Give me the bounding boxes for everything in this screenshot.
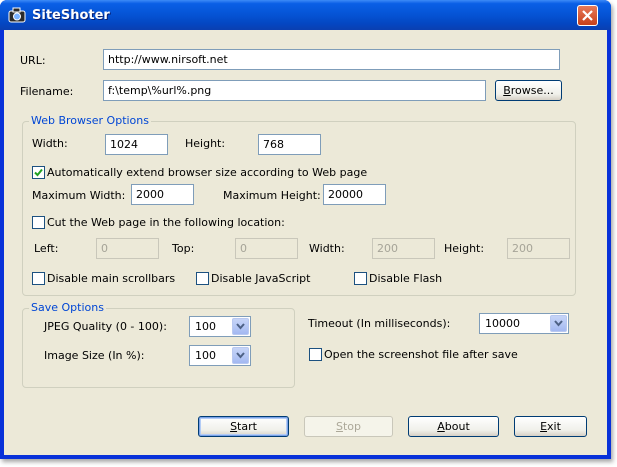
max-height-input[interactable]: 20000 bbox=[323, 184, 386, 205]
dialog-body: URL: http://www.nirsoft.net Filename: f:… bbox=[4, 30, 607, 455]
check-icon bbox=[34, 168, 43, 177]
title-bar[interactable]: SiteShoter bbox=[0, 0, 611, 30]
cut-top-label: Top: bbox=[172, 242, 195, 255]
image-size-value: 100 bbox=[195, 349, 216, 362]
url-input[interactable]: http://www.nirsoft.net bbox=[103, 49, 560, 70]
timeout-label: Timeout (In milliseconds): bbox=[308, 317, 451, 330]
disable-scrollbars-label[interactable]: Disable main scrollbars bbox=[47, 272, 175, 285]
camera-icon bbox=[8, 7, 26, 23]
cut-height-label: Height: bbox=[444, 242, 485, 255]
open-after-save-checkbox[interactable] bbox=[309, 348, 322, 361]
url-label: URL: bbox=[20, 54, 46, 67]
max-height-label: Maximum Height: bbox=[223, 189, 321, 202]
height-label: Height: bbox=[185, 137, 226, 150]
cut-width-label: Width: bbox=[309, 242, 345, 255]
cut-height-input[interactable]: 200 bbox=[507, 238, 570, 259]
cut-left-label: Left: bbox=[34, 242, 59, 255]
chevron-down-icon[interactable] bbox=[550, 315, 567, 332]
width-label: Width: bbox=[32, 137, 68, 150]
cut-left-input[interactable]: 0 bbox=[96, 238, 159, 259]
filename-label: Filename: bbox=[20, 85, 74, 98]
app-window: SiteShoter URL: http://www.nirsoft.net F… bbox=[0, 0, 611, 459]
open-after-save-label[interactable]: Open the screenshot file after save bbox=[324, 348, 518, 361]
timeout-value: 10000 bbox=[485, 317, 520, 330]
max-width-label: Maximum Width: bbox=[32, 189, 126, 202]
cut-page-label[interactable]: Cut the Web page in the following locati… bbox=[47, 216, 285, 229]
disable-flash-label[interactable]: Disable Flash bbox=[369, 272, 442, 285]
jpeg-quality-select[interactable]: 100 bbox=[189, 316, 251, 337]
auto-extend-checkbox[interactable] bbox=[32, 166, 45, 179]
jpeg-quality-value: 100 bbox=[195, 320, 216, 333]
about-button[interactable]: About bbox=[408, 416, 499, 437]
disable-javascript-checkbox[interactable] bbox=[196, 272, 209, 285]
auto-extend-label[interactable]: Automatically extend browser size accord… bbox=[47, 166, 367, 179]
chevron-down-icon[interactable] bbox=[232, 318, 249, 335]
jpeg-quality-label: JPEG Quality (0 - 100): bbox=[44, 320, 167, 333]
browse-button[interactable]: Browse... bbox=[495, 80, 562, 101]
timeout-select[interactable]: 10000 bbox=[479, 313, 569, 334]
height-input[interactable]: 768 bbox=[258, 134, 321, 155]
close-button[interactable] bbox=[577, 5, 598, 26]
filename-input[interactable]: f:\temp\%url%.png bbox=[103, 80, 486, 101]
save-options-title: Save Options bbox=[29, 301, 106, 314]
web-browser-options-title: Web Browser Options bbox=[29, 114, 151, 127]
stop-button[interactable]: Stop bbox=[304, 416, 393, 437]
image-size-select[interactable]: 100 bbox=[189, 345, 251, 366]
start-button[interactable]: Start bbox=[198, 416, 289, 437]
cut-top-input[interactable]: 0 bbox=[235, 238, 298, 259]
disable-scrollbars-checkbox[interactable] bbox=[32, 272, 45, 285]
close-icon bbox=[582, 10, 593, 21]
cut-page-checkbox[interactable] bbox=[32, 216, 45, 229]
width-input[interactable]: 1024 bbox=[105, 134, 168, 155]
window-title: SiteShoter bbox=[32, 8, 110, 23]
image-size-label: Image Size (In %): bbox=[44, 349, 145, 362]
chevron-down-icon[interactable] bbox=[232, 347, 249, 364]
cut-width-input[interactable]: 200 bbox=[372, 238, 435, 259]
disable-flash-checkbox[interactable] bbox=[354, 272, 367, 285]
max-width-input[interactable]: 2000 bbox=[131, 184, 194, 205]
disable-javascript-label[interactable]: Disable JavaScript bbox=[211, 272, 310, 285]
exit-button[interactable]: Exit bbox=[514, 416, 587, 437]
